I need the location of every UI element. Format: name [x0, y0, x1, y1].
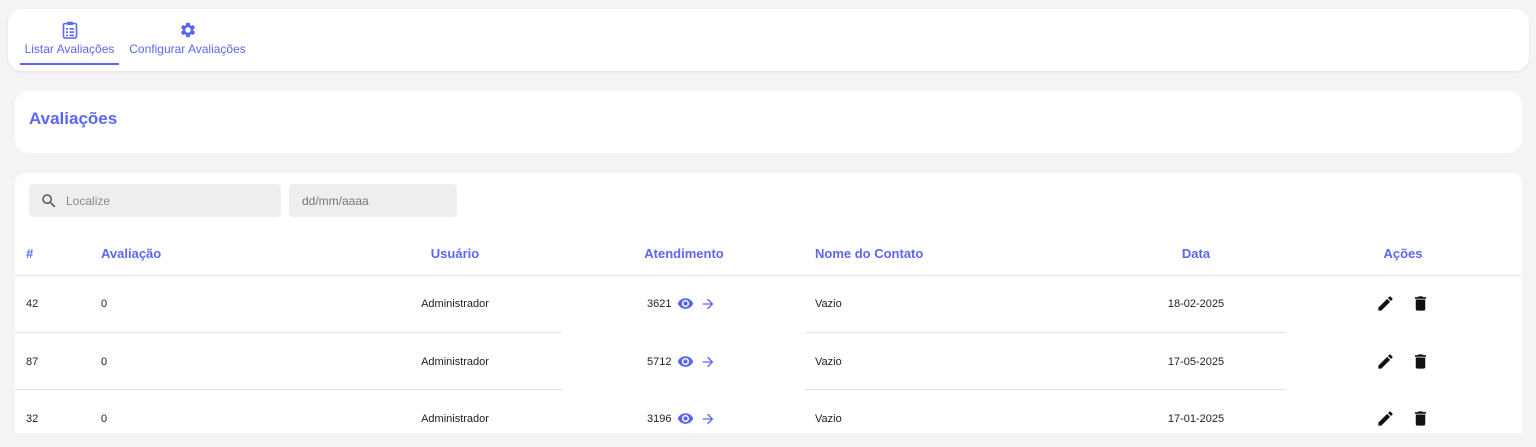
title-card: Avaliações: [15, 91, 1522, 153]
column-header-data: Data: [1181, 246, 1211, 261]
tab-listar-avaliacoes[interactable]: Listar Avaliações: [20, 21, 119, 65]
search-field[interactable]: [29, 184, 281, 217]
column-header-usuario: Usuário: [430, 246, 480, 261]
cell-nome-do-contato: Vazio: [815, 298, 842, 310]
column-header-nome-do-contato: Nome do Contato: [815, 246, 924, 261]
date-filter[interactable]: [289, 184, 457, 217]
delete-icon[interactable]: [1411, 352, 1430, 371]
search-icon: [40, 192, 58, 210]
delete-icon[interactable]: [1411, 294, 1430, 313]
cell-id: 87: [26, 356, 39, 368]
edit-icon[interactable]: [1376, 409, 1395, 428]
delete-icon[interactable]: [1411, 409, 1430, 428]
eye-icon[interactable]: [677, 410, 694, 427]
cell-usuario: Administrador: [421, 413, 489, 425]
tab-label: Configurar Avaliações: [129, 42, 246, 56]
ticket-number: 3621: [647, 297, 672, 310]
column-header-id: #: [26, 246, 34, 261]
cell-data: 18-02-2025: [1167, 298, 1225, 310]
column-header-avaliacao: Avaliação: [101, 246, 162, 261]
eye-icon[interactable]: [677, 295, 694, 312]
cell-atendimento: 3196: [647, 410, 716, 427]
cell-id: 42: [26, 298, 39, 310]
table-row: 87 0 Administrador 5712 Vazio 17-05-2025: [15, 333, 1521, 390]
cell-data: 17-05-2025: [1167, 356, 1225, 368]
cell-avaliacao: 0: [101, 298, 108, 310]
cell-avaliacao: 0: [101, 356, 108, 368]
edit-icon[interactable]: [1376, 294, 1395, 313]
column-header-acoes: Ações: [1383, 246, 1423, 261]
table-header: # Avaliação Usuário Atendimento Nome do …: [15, 231, 1521, 276]
cell-nome-do-contato: Vazio: [815, 413, 842, 425]
clipboard-list-icon: [62, 21, 78, 39]
ticket-number: 3196: [647, 412, 672, 425]
tabs-bar: Listar Avaliações Configurar Avaliações: [8, 9, 1529, 71]
cell-usuario: Administrador: [421, 356, 489, 368]
gear-icon: [179, 21, 197, 39]
column-header-atendimento: Atendimento: [644, 246, 724, 261]
tab-label: Listar Avaliações: [24, 42, 115, 56]
cell-data: 17-01-2025: [1167, 413, 1225, 425]
cell-nome-do-contato: Vazio: [815, 356, 842, 368]
cell-atendimento: 3621: [647, 295, 716, 312]
table-row: 42 0 Administrador 3621 Vazio 18-02-2025: [15, 276, 1521, 333]
table-row: 32 0 Administrador 3196 Vazio 17-01-2025: [15, 390, 1521, 447]
eye-icon[interactable]: [677, 353, 694, 370]
cell-atendimento: 5712: [647, 353, 716, 370]
search-input[interactable]: [64, 192, 268, 209]
date-input[interactable]: [300, 193, 454, 209]
arrow-right-icon[interactable]: [700, 296, 716, 312]
ticket-number: 5712: [647, 355, 672, 368]
page-title: Avaliações: [29, 109, 118, 128]
cell-usuario: Administrador: [421, 298, 489, 310]
cell-avaliacao: 0: [101, 413, 108, 425]
tab-configurar-avaliacoes[interactable]: Configurar Avaliações: [129, 21, 246, 65]
cell-id: 32: [26, 413, 39, 425]
arrow-right-icon[interactable]: [700, 411, 716, 427]
edit-icon[interactable]: [1376, 352, 1395, 371]
evaluations-table-card: # Avaliação Usuário Atendimento Nome do …: [15, 173, 1522, 433]
arrow-right-icon[interactable]: [700, 354, 716, 370]
